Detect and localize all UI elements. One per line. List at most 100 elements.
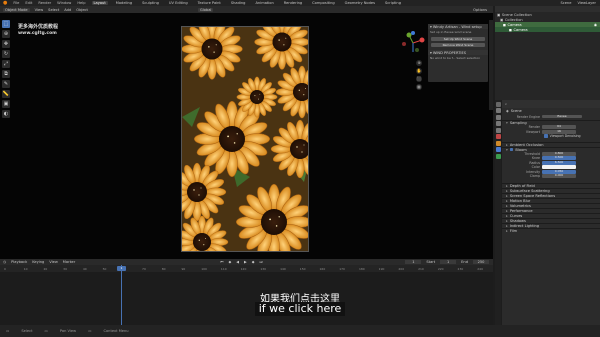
status-pan-view: Pan View: [59, 329, 77, 333]
play-reverse-icon[interactable]: ◀: [236, 260, 239, 264]
sidebar-tabs[interactable]: [489, 20, 493, 110]
playhead[interactable]: [121, 265, 122, 325]
panel-header[interactable]: ▾ Windy Artisan - Wind setup: [428, 24, 488, 29]
zoom-icon[interactable]: ⊕: [416, 60, 422, 66]
workspace-tab-modeling[interactable]: Modeling: [114, 1, 134, 5]
tool-tab-icon[interactable]: [495, 101, 501, 107]
jump-end-icon[interactable]: ⏭: [260, 260, 263, 264]
menu-edit[interactable]: Edit: [25, 1, 32, 5]
scale-tool-icon[interactable]: ⤢: [2, 60, 10, 68]
threshold-label: Threshold: [524, 151, 540, 156]
film-section-header[interactable]: ▸ Film: [502, 227, 600, 233]
current-frame-field[interactable]: 1: [405, 260, 422, 264]
start-label: Start: [426, 260, 436, 264]
viewport-menu-select[interactable]: Select: [48, 8, 59, 12]
camera-tool-icon[interactable]: ◐: [2, 110, 10, 118]
camera-view-icon[interactable]: ⬛: [416, 76, 422, 82]
timeline-menu-view[interactable]: View: [49, 260, 58, 264]
timeline-tick-label: 110: [220, 266, 227, 271]
end-frame-field[interactable]: 250: [473, 260, 489, 264]
workspace-tab-compositing[interactable]: Compositing: [310, 1, 337, 5]
workspace-tab-animation[interactable]: Animation: [253, 1, 275, 5]
clamp-field[interactable]: 0.000: [542, 174, 576, 179]
output-tab-icon[interactable]: [495, 114, 501, 120]
playhead-frame-label[interactable]: 1: [117, 265, 126, 271]
status-bar: ▭ Select ▭ Pan View ▭ Context Menu: [0, 325, 600, 337]
grid-icon[interactable]: ▦: [416, 84, 422, 90]
watermark: 更多海外优质教程 www.cgltg.com: [18, 24, 58, 36]
viewport-denoising-label: Viewport Denoising: [549, 134, 581, 139]
collection-icon: ▣: [497, 12, 501, 17]
timeline-ruler[interactable]: 0102030405060708090100110120130140150160…: [0, 265, 493, 272]
workspace-tab-sculpting[interactable]: Sculpting: [140, 1, 161, 5]
menu-file[interactable]: File: [13, 1, 19, 5]
rotate-tool-icon[interactable]: ↻: [2, 50, 10, 58]
viewport-options-button[interactable]: Options: [473, 8, 487, 12]
workspace-tab-texture-paint[interactable]: Texture Paint: [196, 1, 223, 5]
move-tool-icon[interactable]: ✥: [2, 40, 10, 48]
outliner-row-camera-data[interactable]: ◼ Camera: [495, 27, 600, 32]
world-tab-icon[interactable]: [495, 134, 501, 139]
select-box-tool-icon[interactable]: ⬚: [2, 20, 10, 28]
measure-tool-icon[interactable]: 📏: [2, 90, 10, 98]
annotate-tool-icon[interactable]: ✎: [2, 80, 10, 88]
radius-field[interactable]: 6.500: [542, 160, 576, 165]
cursor-tool-icon[interactable]: ⊕: [2, 30, 10, 38]
render-samples-label: Render: [528, 125, 540, 130]
play-icon[interactable]: ▶: [244, 260, 247, 264]
transform-tool-icon[interactable]: ⧉: [2, 70, 10, 78]
navigation-gizmo-icon[interactable]: [400, 30, 426, 56]
data-tab-icon[interactable]: [495, 153, 501, 159]
timeline-editor-icon[interactable]: ◷: [3, 260, 6, 264]
watermark-line-2: www.cgltg.com: [18, 30, 57, 36]
add-cube-tool-icon[interactable]: ▣: [2, 100, 10, 108]
menu-help[interactable]: Help: [77, 1, 85, 5]
menu-render[interactable]: Render: [38, 1, 51, 5]
timeline-menu-keying[interactable]: Keying: [32, 260, 44, 264]
view-layer-selector[interactable]: ViewLayer: [577, 1, 596, 5]
search-icon[interactable]: ⌕: [505, 102, 507, 106]
render-engine-select[interactable]: Eevee: [542, 114, 582, 119]
timeline-menu-playback[interactable]: Playback: [11, 260, 27, 264]
object-tab-icon[interactable]: [495, 140, 501, 146]
viewport-menu-object[interactable]: Object: [76, 8, 88, 12]
next-keyframe-icon[interactable]: ◆: [252, 260, 255, 264]
set-up-wind-scene-button[interactable]: Set Up Wind Scene: [431, 36, 485, 41]
chevron-right-icon: ▸: [506, 198, 508, 203]
timeline-tick-label: 170: [339, 266, 345, 271]
scene-selector[interactable]: Scene: [560, 1, 571, 5]
timeline-tick-label: 70: [142, 266, 146, 271]
workspace-tab-layout[interactable]: Layout: [91, 1, 108, 5]
workspace-tab-rendering[interactable]: Rendering: [282, 1, 304, 5]
menu-window[interactable]: Window: [57, 1, 71, 5]
viewport-menu-view[interactable]: View: [35, 8, 44, 12]
start-frame-field[interactable]: 1: [440, 260, 457, 264]
viewport-menu-add[interactable]: Add: [64, 8, 71, 12]
eye-icon[interactable]: ◉: [594, 23, 597, 27]
render-tab-icon[interactable]: [495, 108, 501, 113]
timeline-tick-label: 50: [102, 266, 107, 271]
hand-pan-icon[interactable]: ✋: [416, 68, 422, 74]
mode-selector[interactable]: Object Mode: [3, 7, 30, 12]
workspace-tab-uv-editing[interactable]: UV Editing: [167, 1, 190, 5]
workspace-tab-scripting[interactable]: Scripting: [383, 1, 403, 5]
modifier-tab-icon[interactable]: [495, 147, 501, 152]
jump-start-icon[interactable]: ⏮: [220, 260, 223, 264]
workspace-tab-shading[interactable]: Shading: [229, 1, 248, 5]
camera-view-sunflowers: [181, 26, 309, 252]
prev-keyframe-icon[interactable]: ◆: [228, 260, 231, 264]
workspace-tab-geometry-nodes[interactable]: Geometry Nodes: [343, 1, 377, 5]
section-label: Performance: [509, 208, 533, 213]
timeline-tick-label: 140: [280, 266, 286, 271]
timeline-tick-label: 240: [477, 266, 483, 271]
timeline-menu-marker[interactable]: Marker: [63, 260, 75, 264]
transform-orientation-selector[interactable]: Global: [197, 7, 214, 12]
timeline-tick-label: 120: [240, 266, 247, 271]
scene-tab-icon[interactable]: [495, 127, 501, 133]
remove-wind-scene-button[interactable]: Remove Wind Scene: [431, 42, 485, 47]
view-layer-tab-icon[interactable]: [495, 121, 501, 126]
viewport-samples-field[interactable]: 16: [542, 129, 576, 134]
properties-search-row: ⌕: [502, 100, 600, 108]
chevron-down-icon: ▾: [430, 50, 432, 55]
viewport-denoising-checkbox[interactable]: [544, 134, 548, 139]
